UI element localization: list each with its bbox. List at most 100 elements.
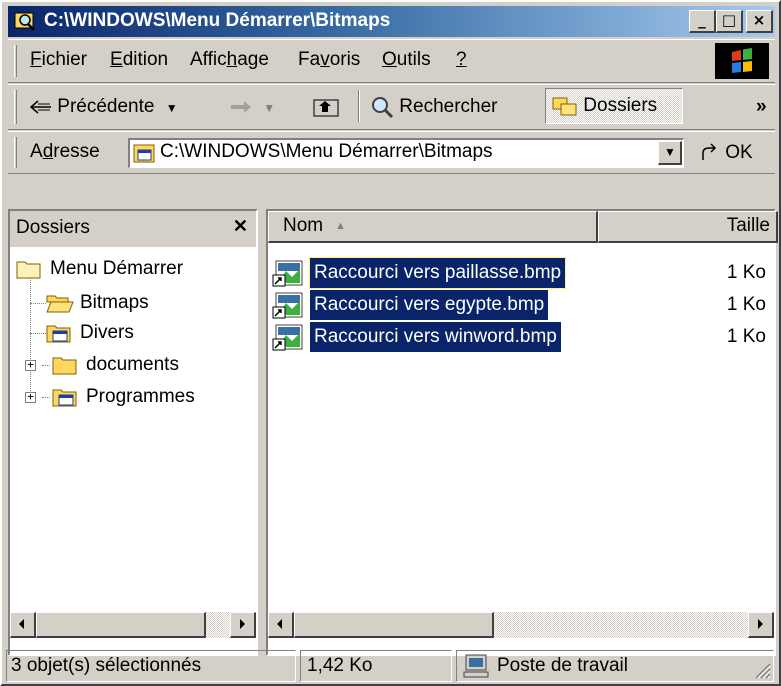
folders-toggle-button[interactable]: Dossiers [545, 88, 683, 124]
file-name: Raccourci vers egypte.bmp [310, 290, 549, 320]
overflow-glyph: » [756, 96, 767, 117]
file-name: Raccourci vers paillasse.bmp [308, 257, 567, 289]
address-dropdown-button[interactable]: ▼ [658, 141, 682, 165]
forward-dropdown-icon[interactable]: ▼ [263, 101, 275, 115]
window-title: C:\WINDOWS\Menu Démarrer\Bitmaps [44, 10, 391, 31]
maximize-glyph: □ [721, 11, 737, 29]
status-selection: 3 objet(s) sélectionnés [6, 650, 296, 682]
menu-affichage[interactable]: Affichage [190, 49, 269, 71]
arrow-left-icon [29, 100, 51, 114]
menu-grip[interactable] [14, 45, 17, 77]
forward-button[interactable]: ▼ [230, 90, 275, 124]
tree-item-label: Menu Démarrer [50, 258, 184, 279]
expander-glyph: + [27, 358, 34, 371]
address-grip[interactable] [14, 137, 17, 168]
tree-line [30, 277, 31, 397]
bitmap-shortcut-icon [272, 260, 303, 287]
menu-accel: h [226, 49, 238, 70]
tree-line [42, 397, 50, 398]
minimize-button[interactable]: _ [689, 10, 716, 33]
bitmap-shortcut-icon [272, 292, 303, 319]
go-label: OK [725, 142, 753, 163]
explorer-search-icon [14, 12, 35, 31]
address-input[interactable]: C:\WINDOWS\Menu Démarrer\Bitmaps ▼ [128, 138, 684, 168]
address-value: C:\WINDOWS\Menu Démarrer\Bitmaps [160, 141, 493, 162]
minimize-glyph: _ [698, 11, 706, 29]
expander-glyph: + [27, 390, 34, 403]
folders-horizontal-scrollbar[interactable] [10, 612, 256, 638]
folders-label: Dossiers [583, 95, 658, 116]
tree-item-label: Programmes [86, 386, 195, 407]
toolbar-separator [358, 90, 360, 122]
file-row[interactable]: Raccourci vers paillasse.bmp 1 Ko [272, 257, 772, 289]
bitmap-shortcut-icon [272, 324, 303, 351]
arrow-right-small-icon [240, 619, 245, 629]
scroll-thumb[interactable] [294, 612, 494, 638]
scroll-right-button[interactable] [230, 612, 256, 638]
scroll-thumb[interactable] [36, 612, 206, 638]
program-folder-icon [46, 325, 71, 343]
address-label-text: resse [53, 141, 100, 162]
menu-bar: Fichier Edition Affichage Favoris Outils… [8, 39, 775, 83]
files-horizontal-scrollbar[interactable] [268, 612, 774, 638]
folders-icon [552, 97, 577, 116]
tree-line [30, 303, 46, 304]
menu-favoris[interactable]: Favoris [298, 49, 360, 71]
status-zone: Poste de travail [456, 650, 774, 682]
expand-documents-icon[interactable]: + [25, 358, 36, 371]
search-icon [372, 96, 394, 119]
tree-line [42, 365, 50, 366]
menu-outils[interactable]: Outils [382, 49, 431, 71]
title-bar[interactable]: C:\WINDOWS\Menu Démarrer\Bitmaps _ □ × [8, 6, 775, 37]
folder-up-icon [313, 99, 339, 117]
tree-item-label: Divers [80, 322, 134, 343]
file-row[interactable]: Raccourci vers egypte.bmp 1 Ko [272, 290, 772, 320]
search-label: Rechercher [399, 96, 498, 117]
menu-help[interactable]: ? [456, 49, 467, 71]
back-label: Précédente [57, 96, 155, 117]
file-row[interactable]: Raccourci vers winword.bmp 1 Ko [272, 322, 772, 352]
folder-icon [16, 261, 41, 279]
folders-pane: Dossiers ✕ Menu Démarrer Bitmaps Divers … [8, 209, 258, 656]
column-header-name[interactable]: Nom ▲ [268, 211, 598, 243]
tree-item-label: Bitmaps [80, 292, 149, 313]
menu-text: oris [329, 49, 361, 70]
computer-icon [463, 654, 489, 678]
folder-icon [52, 357, 77, 375]
up-button[interactable] [312, 90, 340, 124]
close-button[interactable]: × [746, 10, 773, 33]
menu-text: Fa [298, 49, 321, 70]
scroll-left-button[interactable] [10, 612, 36, 638]
file-name: Raccourci vers winword.bmp [310, 322, 561, 352]
search-button[interactable]: Rechercher [370, 90, 498, 124]
tree-item-label: documents [86, 354, 179, 375]
file-size: 1 Ko [726, 262, 766, 283]
toolbar-overflow-button[interactable]: » [756, 90, 767, 124]
back-button[interactable]: Précédente ▼ [29, 90, 178, 124]
go-button[interactable]: OK [700, 136, 753, 170]
folders-pane-title: Dossiers [16, 217, 90, 238]
menu-fichier[interactable]: Fichier [30, 49, 87, 71]
menu-edition[interactable]: Edition [110, 49, 168, 71]
address-bar: Adresse C:\WINDOWS\Menu Démarrer\Bitmaps… [8, 131, 775, 174]
back-dropdown-icon[interactable]: ▼ [166, 101, 178, 115]
menu-accel: v [320, 49, 330, 70]
toolbar-grip[interactable] [14, 90, 17, 124]
tree-line [30, 333, 46, 334]
column-name-label: Nom [283, 215, 324, 236]
address-label-accel: d [42, 141, 54, 162]
menu-text: age [237, 49, 269, 70]
arrow-left-small-icon [19, 619, 24, 629]
close-icon[interactable]: ✕ [233, 216, 248, 237]
maximize-button[interactable]: □ [716, 10, 743, 33]
explorer-window: C:\WINDOWS\Menu Démarrer\Bitmaps _ □ × F… [0, 0, 781, 686]
status-size: 1,42 Ko [300, 650, 452, 682]
expand-programmes-icon[interactable]: + [25, 390, 36, 403]
column-header-size[interactable]: Taille [598, 211, 778, 243]
close-glyph: × [752, 11, 766, 29]
status-zone-text: Poste de travail [497, 655, 628, 676]
windows-logo-icon [715, 43, 769, 79]
resize-grip-icon[interactable] [753, 661, 771, 679]
scroll-right-button[interactable] [748, 612, 774, 638]
scroll-left-button[interactable] [268, 612, 294, 638]
